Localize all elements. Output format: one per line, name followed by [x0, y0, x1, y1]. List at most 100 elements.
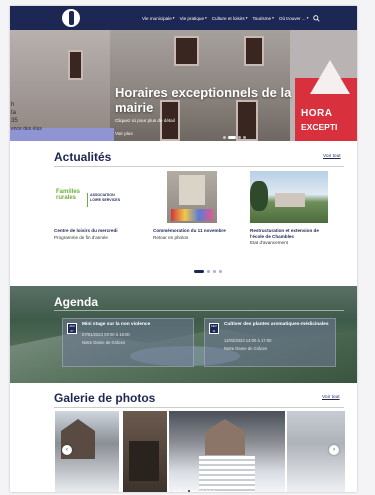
gallery-dot[interactable] — [181, 490, 183, 492]
event-month: FEV — [211, 324, 217, 328]
gallery-next-button[interactable]: › — [329, 445, 339, 455]
gallery-dot[interactable] — [202, 490, 204, 492]
logo-text: ASSOCIATION LOIRE SERVICES — [90, 193, 120, 202]
event-card[interactable]: FEV 11 Cultiver des plantes aromatiques-m… — [204, 318, 336, 367]
news-thumbnail — [250, 171, 328, 223]
logo-text-rurales: rurales — [56, 195, 77, 201]
sign-text: EXCEPTI — [301, 122, 338, 132]
news-page-dot[interactable] — [207, 270, 210, 273]
news-card[interactable]: Commémoration du 11 novembre Retour en p… — [153, 171, 231, 240]
chevron-down-icon: ▾ — [205, 16, 207, 20]
side-text: ence des élus — [11, 126, 42, 132]
logo-divider — [87, 193, 88, 207]
hero-title[interactable]: Horaires exceptionnels de la mairie — [115, 85, 300, 115]
hero-subtitle[interactable]: Cliquez ici pour plus de détail — [115, 118, 175, 123]
event-day: 07 — [70, 328, 74, 333]
hero-slide-dot[interactable] — [228, 136, 236, 139]
window — [68, 50, 83, 80]
logo-text-loire: LOIRE SERVICES — [90, 197, 121, 202]
event-day: 11 — [212, 328, 216, 333]
gallery-dot[interactable] — [177, 490, 180, 492]
window — [244, 36, 264, 66]
menu-item-vie-pratique[interactable]: Vie pratique ▾ — [180, 16, 207, 21]
news-thumbnail: Familles rurales ASSOCIATION LOIRE SERVICE… — [54, 171, 132, 223]
news-card[interactable]: Restructuration et extension de l'école … — [250, 171, 328, 245]
site-logo[interactable] — [62, 9, 80, 27]
news-page-dot[interactable] — [219, 270, 222, 273]
event-date: 07/01/2023 09:00 à 16:00 — [82, 332, 130, 337]
voir-tout-actualites-link[interactable]: Voir tout — [323, 154, 341, 159]
agenda-section: Agenda JAN 07 Mini stage sur la non viole… — [10, 286, 357, 383]
top-nav: Vie municipale ▾ Vie pratique ▾ Culture et… — [10, 6, 357, 30]
news-page-dot[interactable] — [213, 270, 216, 273]
menu-label: Vie pratique — [179, 15, 204, 21]
hero-slide-dot[interactable] — [223, 136, 226, 139]
news-subtitle: Programme de fin d'année — [54, 234, 108, 240]
chevron-down-icon: ▾ — [172, 16, 175, 20]
calendar-icon: JAN 07 — [67, 323, 77, 334]
menu-label: Où trouver ... — [278, 15, 306, 21]
gallery-photo[interactable] — [123, 411, 167, 492]
gallery-dot[interactable] — [205, 490, 208, 492]
hero-slide-dot[interactable] — [238, 136, 241, 139]
event-title: Mini stage sur la non violence — [82, 322, 151, 327]
gallery-dot[interactable] — [188, 490, 190, 492]
news-thumbnail — [167, 171, 217, 223]
section-title-agenda: Agenda — [54, 295, 99, 309]
menu-item-vie-municipale[interactable]: Vie municipale ▾ — [142, 16, 175, 21]
news-page-dot[interactable] — [194, 270, 204, 273]
event-location: Notre Dame de Grâces — [82, 340, 126, 345]
menu-label: Vie municipale — [142, 15, 172, 21]
doorway — [129, 441, 159, 481]
gallery-dot[interactable] — [209, 490, 211, 492]
warning-triangle-icon — [310, 60, 350, 94]
school-building — [275, 193, 305, 207]
page: Vie municipale ▾ Vie pratique ▾ Culture et… — [10, 6, 357, 492]
snowy-stairs — [199, 456, 255, 492]
window — [174, 36, 199, 66]
chevron-down-icon: ▾ — [306, 16, 309, 20]
hero-more-link[interactable]: Voir plus — [115, 131, 133, 136]
hero-slide-dot[interactable] — [243, 136, 246, 139]
menu-label: Tourisme — [252, 15, 272, 21]
news-subtitle: Retour en photos — [153, 234, 189, 240]
side-text: 35 — [11, 118, 18, 124]
gallery-dot[interactable] — [212, 490, 215, 492]
section-title-actualites: Actualités — [54, 150, 112, 164]
gallery-dot[interactable] — [198, 490, 201, 492]
divider — [54, 166, 344, 167]
news-pagination — [194, 270, 222, 273]
gallery-prev-button[interactable]: ‹ — [62, 445, 72, 455]
gallery-photo[interactable] — [169, 411, 285, 492]
memorial-plaque — [179, 175, 205, 205]
search-icon[interactable] — [313, 14, 321, 22]
main-menu: Vie municipale ▾ Vie pratique ▾ Culture et… — [142, 6, 321, 30]
hero-slider[interactable]: HORA EXCEPTI h ta 35 ence des élus Horai… — [10, 30, 357, 141]
voir-tout-galerie-link[interactable]: Voir tout — [322, 395, 340, 400]
event-date: 11/02/2023 14:00 à 17:00 — [224, 338, 272, 343]
gallery-pagination — [174, 490, 215, 492]
hero-image-left — [10, 30, 110, 141]
divider — [54, 310, 344, 311]
news-title: Commémoration du 11 novembre — [153, 228, 226, 233]
photo-gallery[interactable] — [55, 411, 345, 492]
chevron-down-icon: ▾ — [272, 16, 274, 20]
news-title: Centre de loisirs du mercredi — [54, 228, 118, 233]
menu-item-culture-loisirs[interactable]: Culture et loisirs ▾ — [212, 16, 248, 21]
gallery-dot[interactable] — [184, 490, 187, 492]
menu-item-tourisme[interactable]: Tourisme ▾ — [252, 16, 273, 21]
event-title: Cultiver des plantes aromatiques-médicin… — [224, 322, 329, 327]
divider — [54, 407, 344, 408]
logo-text-association: ASSOCIATION — [90, 193, 115, 197]
tree — [250, 181, 268, 211]
gallery-dot[interactable] — [195, 490, 197, 492]
gallery-dot[interactable] — [174, 490, 176, 492]
gallery-dot[interactable] — [191, 490, 194, 492]
event-card[interactable]: JAN 07 Mini stage sur la non violence 07/… — [62, 318, 194, 367]
sign-text: HORA — [301, 108, 333, 119]
news-card[interactable]: Familles rurales ASSOCIATION LOIRE SERVICE… — [54, 171, 132, 240]
news-title: Restructuration et extension de l'école … — [250, 228, 319, 239]
flowers — [171, 209, 213, 221]
menu-item-ou-trouver[interactable]: Où trouver ... ▾ — [279, 16, 309, 21]
chevron-down-icon: ▾ — [245, 16, 248, 20]
